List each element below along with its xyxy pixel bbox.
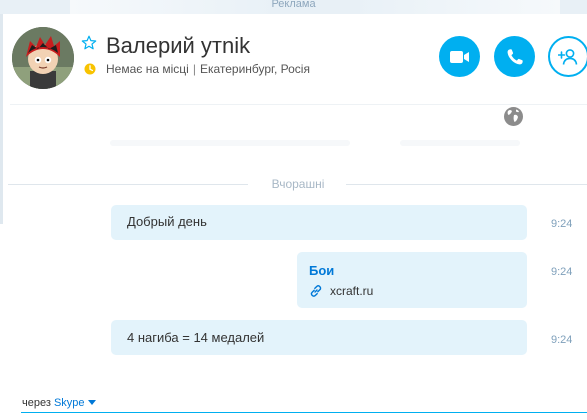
audio-call-button[interactable] bbox=[494, 36, 535, 77]
link-url: xcraft.ru bbox=[330, 284, 374, 298]
globe-icon[interactable] bbox=[503, 106, 524, 127]
message-timestamp: 9:24 bbox=[551, 334, 573, 346]
link-preview-bubble[interactable]: Бои xcraft.ru bbox=[297, 252, 527, 308]
day-separator-line-left bbox=[8, 184, 248, 185]
avatar[interactable] bbox=[12, 27, 74, 89]
send-via-service[interactable]: Skype bbox=[54, 397, 85, 409]
status-line: Немає на місці | Екатеринбург, Росія bbox=[106, 62, 310, 76]
presence-status: Немає на місці bbox=[106, 62, 189, 76]
message-timestamp: 9:24 bbox=[551, 266, 573, 278]
message-text: Добрый день bbox=[127, 214, 207, 229]
header-divider bbox=[10, 104, 587, 105]
faded-history bbox=[400, 140, 520, 146]
video-camera-icon bbox=[449, 50, 469, 63]
ad-bar: Реклама bbox=[0, 0, 587, 14]
link-icon bbox=[310, 285, 322, 297]
contact-location: Екатеринбург, Росія bbox=[199, 62, 310, 76]
message-text: 4 нагиба = 14 медалей bbox=[127, 330, 265, 345]
message-input-underline[interactable] bbox=[21, 412, 587, 413]
message-bubble[interactable]: 4 нагиба = 14 медалей bbox=[111, 320, 527, 355]
add-person-icon bbox=[557, 48, 577, 65]
add-people-button[interactable] bbox=[548, 36, 587, 77]
conversation-header: Валерий утnik Немає на місці | Екатеринбур… bbox=[0, 14, 587, 110]
ad-label: Реклама bbox=[271, 0, 316, 10]
favorite-star-icon[interactable] bbox=[81, 35, 97, 51]
message-timestamp: 9:24 bbox=[551, 218, 573, 230]
message-bubble[interactable]: Добрый день bbox=[111, 205, 527, 240]
chevron-down-icon[interactable] bbox=[87, 400, 96, 405]
link-title[interactable]: Бои bbox=[309, 264, 515, 278]
send-via-selector[interactable]: через Skype bbox=[22, 396, 96, 410]
away-status-icon bbox=[84, 62, 96, 75]
faded-history bbox=[110, 140, 350, 146]
status-separator: | bbox=[192, 62, 196, 76]
day-separator: Вчорашні bbox=[271, 177, 325, 191]
contact-name: Валерий утnik bbox=[106, 33, 251, 58]
video-call-button[interactable] bbox=[439, 36, 480, 77]
day-separator-line-right bbox=[346, 184, 587, 185]
send-via-label: через bbox=[22, 397, 51, 409]
phone-icon bbox=[507, 48, 523, 64]
avatar-image bbox=[12, 27, 74, 89]
link-row[interactable]: xcraft.ru bbox=[309, 284, 515, 298]
